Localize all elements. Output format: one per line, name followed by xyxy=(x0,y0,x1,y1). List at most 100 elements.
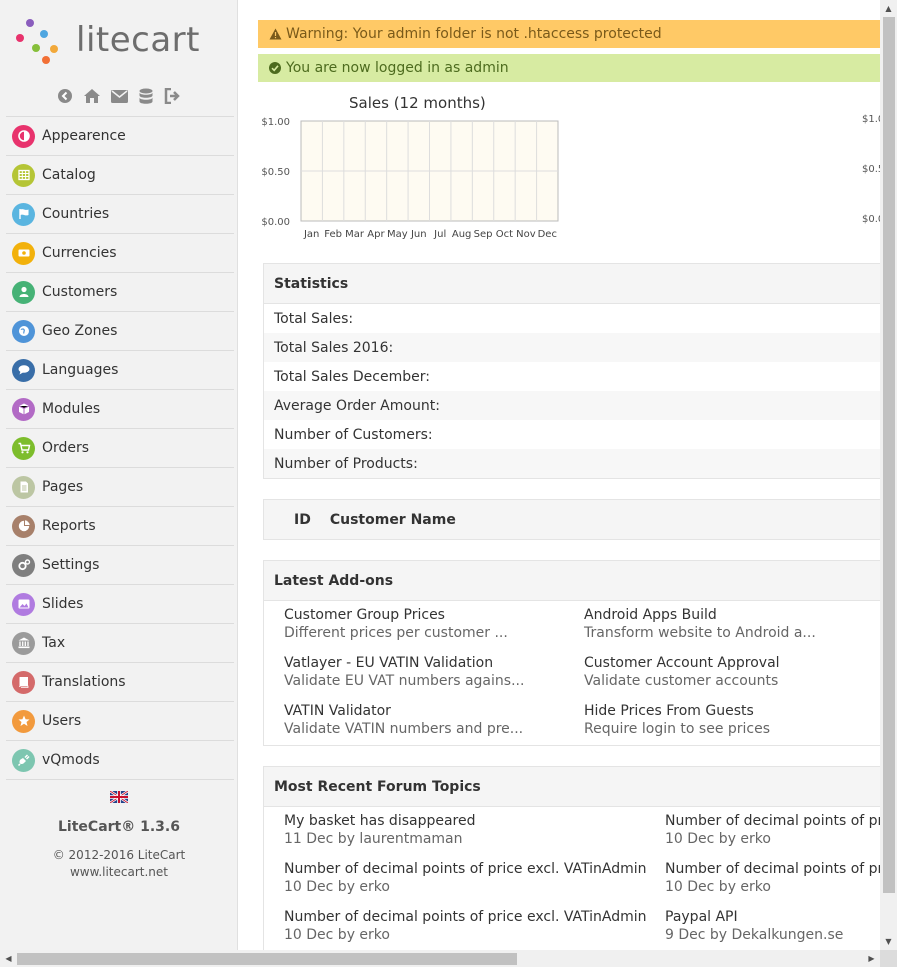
addon-title: Hide Prices From Guests xyxy=(584,703,754,719)
shortcut-bar xyxy=(56,87,182,105)
sidebar-item-translations[interactable]: Translations xyxy=(6,663,234,702)
plug-icon xyxy=(12,748,35,772)
catalog-icon xyxy=(12,163,35,187)
database-icon[interactable] xyxy=(137,87,155,105)
website-link[interactable]: www.litecart.net xyxy=(0,865,238,879)
book-icon xyxy=(12,670,35,694)
statistics-row: Number of Products: xyxy=(264,449,880,478)
forum-topic-meta: 10 Dec by erko xyxy=(665,879,771,895)
sidebar-item-label: Geo Zones xyxy=(42,323,118,339)
forum-topic[interactable]: Paypal API 9 Dec by Dekalkungen.se xyxy=(665,909,880,943)
sidebar-item-languages[interactable]: Languages xyxy=(6,351,234,390)
uk-flag-icon[interactable] xyxy=(109,790,129,804)
forum-topic-title: My basket has disappeared xyxy=(284,813,476,829)
addon-item[interactable]: VATIN Validator Validate VATIN numbers an… xyxy=(284,703,574,737)
addon-title: Customer Group Prices xyxy=(284,607,445,623)
sidebar-item-label: Orders xyxy=(42,440,90,456)
addon-description: Require login to see prices xyxy=(584,721,771,737)
addon-item[interactable]: Hide Prices From Guests Require login to … xyxy=(584,703,874,737)
cart-icon xyxy=(12,436,35,460)
addon-title: VATIN Validator xyxy=(284,703,391,719)
x-tick-label: Oct xyxy=(496,229,513,240)
sidebar-item-label: Appearence xyxy=(42,128,126,144)
sidebar-item-slides[interactable]: Slides xyxy=(6,585,234,624)
forum-topic[interactable]: Number of decimal points of price excl. … xyxy=(284,861,647,895)
scroll-right-arrow[interactable]: ▶ xyxy=(863,950,880,967)
sidebar-item-settings[interactable]: Settings xyxy=(6,546,234,585)
column-id[interactable]: ID xyxy=(294,512,311,528)
x-tick-label: Jan xyxy=(303,229,319,240)
y-tick-label: $0.00 xyxy=(261,217,290,228)
addon-item[interactable]: Android Apps Build Transform website to A… xyxy=(584,607,874,641)
sales-chart: $1.00 $0.50 $0.00 Jan Feb Mar Apr May Jun Jul Aug S… xyxy=(261,117,559,240)
money-icon xyxy=(12,241,35,265)
sidebar-item-countries[interactable]: Countries xyxy=(6,195,234,234)
statistics-panel: Statistics Total Sales: Total Sales 2016:… xyxy=(263,263,880,479)
sidebar-item-appearence[interactable]: Appearence xyxy=(6,117,234,156)
x-tick-label: May xyxy=(387,229,408,240)
sidebar-item-vqmods[interactable]: vQmods xyxy=(6,741,234,780)
back-icon[interactable] xyxy=(56,87,74,105)
addon-description: Validate customer accounts xyxy=(584,673,779,689)
scroll-left-arrow[interactable]: ◀ xyxy=(0,950,17,967)
addon-description: Different prices per customer ... xyxy=(284,625,508,641)
addon-item[interactable]: Customer Account Approval Validate custom… xyxy=(584,655,874,689)
addon-description: Validate EU VAT numbers agains... xyxy=(284,673,525,689)
forum-topic-title: Number of decimal points of price excl. … xyxy=(284,909,647,925)
vertical-scroll-thumb[interactable] xyxy=(883,17,895,893)
success-text: You are now logged in as admin xyxy=(286,60,509,76)
addons-panel: Latest Add-ons Customer Group Prices Diff… xyxy=(263,560,880,746)
forum-topic-title: Paypal API xyxy=(665,909,738,925)
scroll-down-arrow[interactable]: ▼ xyxy=(880,933,897,950)
addon-description: Validate VATIN numbers and pre... xyxy=(284,721,524,737)
sidebar-item-label: Translations xyxy=(42,674,126,690)
sidebar-item-reports[interactable]: Reports xyxy=(6,507,234,546)
forum-topic[interactable]: Number of decimal points of price excl. … xyxy=(665,813,880,847)
logo-text: litecart xyxy=(76,20,200,60)
sidebar-item-label: Catalog xyxy=(42,167,96,183)
sidebar-item-tax[interactable]: Tax xyxy=(6,624,234,663)
sidebar-item-currencies[interactable]: Currencies xyxy=(6,234,234,273)
addon-item[interactable]: Vatlayer - EU VATIN Validation Validate E… xyxy=(284,655,574,689)
cogs-icon xyxy=(12,553,35,577)
forum-topic[interactable]: Number of decimal points of price excl. … xyxy=(665,861,880,895)
user-icon xyxy=(12,280,35,304)
x-tick-label: Jun xyxy=(410,229,427,240)
scrollbar-corner xyxy=(880,950,897,967)
sidebar-item-label: Customers xyxy=(42,284,118,300)
sidebar-item-label: Reports xyxy=(42,518,96,534)
column-customer-name[interactable]: Customer Name xyxy=(330,512,456,528)
sidebar-item-catalog[interactable]: Catalog xyxy=(6,156,234,195)
sidebar-item-geo-zones[interactable]: Geo Zones xyxy=(6,312,234,351)
sidebar-item-pages[interactable]: Pages xyxy=(6,468,234,507)
addon-item[interactable]: Customer Group Prices Different prices pe… xyxy=(284,607,574,641)
sidebar-item-orders[interactable]: Orders xyxy=(6,429,234,468)
forum-topic[interactable]: My basket has disappeared 11 Dec by laure… xyxy=(284,813,574,847)
forum-topic-title: Number of decimal points of price excl. … xyxy=(665,813,880,829)
warning-icon xyxy=(268,27,282,41)
x-tick-label: Jul xyxy=(433,229,446,240)
statistics-title: Statistics xyxy=(264,264,880,304)
addon-title: Vatlayer - EU VATIN Validation xyxy=(284,655,494,671)
x-tick-label: Nov xyxy=(516,229,536,240)
scroll-up-arrow[interactable]: ▲ xyxy=(880,0,897,17)
mail-icon[interactable] xyxy=(110,87,128,105)
statistics-row: Total Sales 2016: xyxy=(264,333,880,362)
logout-icon[interactable] xyxy=(164,87,182,105)
litecart-logo[interactable]: litecart xyxy=(14,16,229,68)
sidebar-item-customers[interactable]: Customers xyxy=(6,273,234,312)
home-icon[interactable] xyxy=(83,87,101,105)
sidebar-item-modules[interactable]: Modules xyxy=(6,390,234,429)
check-circle-icon xyxy=(268,61,282,75)
forum-topic-meta: 10 Dec by erko xyxy=(284,927,390,943)
cube-icon xyxy=(12,397,35,421)
sidebar-item-users[interactable]: Users xyxy=(6,702,234,741)
sidebar-item-label: Slides xyxy=(42,596,84,612)
addon-title: Customer Account Approval xyxy=(584,655,780,671)
sidebar-item-label: Tax xyxy=(42,635,66,651)
forum-topic[interactable]: Number of decimal points of price excl. … xyxy=(284,909,647,943)
copyright: © 2012-2016 LiteCart xyxy=(52,848,186,862)
horizontal-scroll-thumb[interactable] xyxy=(17,953,517,965)
x-tick-label: Apr xyxy=(367,229,385,240)
addons-title: Latest Add-ons xyxy=(264,561,880,601)
